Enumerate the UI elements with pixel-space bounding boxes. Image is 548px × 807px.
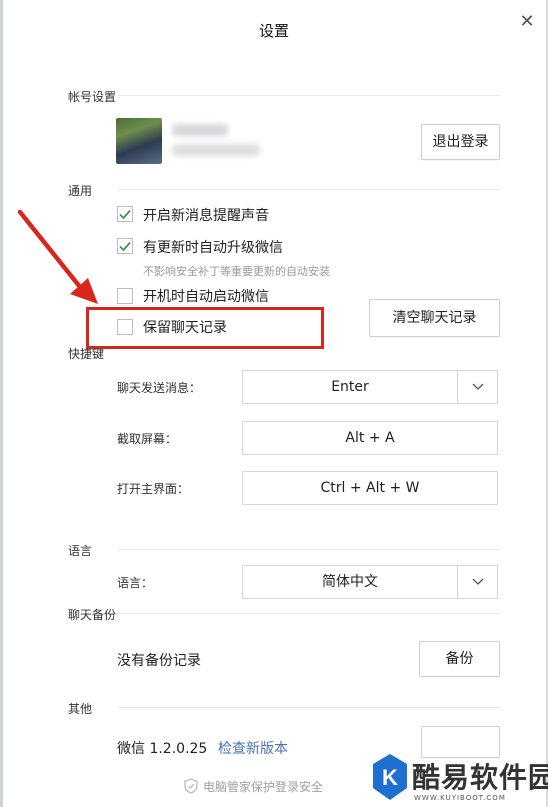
watermark-text: 酷易软件园: [412, 761, 548, 794]
dropdown-divider: [457, 566, 458, 598]
backup-status: 没有备份记录: [117, 653, 201, 669]
section-divider: [118, 95, 500, 96]
annotation-arrow-icon: [17, 209, 98, 304]
annotation-highlight-box: [86, 307, 324, 349]
checkbox-auto-update[interactable]: [117, 238, 133, 254]
shortcut-label: 聊天发送消息：: [117, 381, 202, 395]
shortcut-label: 打开主界面：: [117, 482, 190, 496]
window-title: 设置: [258, 22, 289, 40]
language-value: 简体中文: [322, 574, 378, 590]
section-divider: [118, 707, 500, 708]
chevron-down-icon: [472, 383, 484, 390]
site-watermark: K 酷易软件园 WWW.KUYIBOOT.COM: [368, 748, 548, 807]
shortcut-open-main-field[interactable]: Ctrl + Alt + W: [242, 471, 498, 505]
close-icon[interactable]: ✕: [515, 10, 539, 34]
section-divider: [118, 189, 500, 190]
section-label-other: 其他: [68, 702, 93, 716]
section-label-general: 通用: [68, 184, 93, 198]
blurred-wechat-id: [172, 144, 260, 156]
dropdown-divider: [457, 371, 458, 403]
section-label-language: 语言: [68, 544, 93, 558]
option-label: 有更新时自动升级微信: [143, 240, 283, 256]
avatar: [116, 118, 162, 164]
section-label-account: 帐号设置: [68, 90, 117, 104]
window-left-edge: [0, 0, 3, 807]
watermark-subtext: WWW.KUYIBOOT.COM: [414, 794, 506, 802]
language-label: 语言：: [117, 576, 154, 590]
section-label-backup: 聊天备份: [68, 608, 117, 622]
language-dropdown[interactable]: 简体中文: [242, 565, 498, 599]
checkbox-auto-start[interactable]: [117, 288, 133, 304]
blurred-nickname: [172, 124, 228, 136]
version-text: 微信 1.2.0.25: [117, 741, 208, 757]
backup-button[interactable]: 备份: [419, 641, 500, 677]
footer-security-text: 电脑管家保护登录安全: [203, 780, 324, 794]
check-update-link[interactable]: 检查新版本: [218, 738, 288, 758]
chevron-down-icon: [472, 578, 484, 585]
option-hint: 不影响安全补丁等重要更新的自动安装: [143, 265, 330, 278]
section-divider: [118, 549, 500, 550]
option-label: 开启新消息提醒声音: [143, 208, 269, 224]
option-label: 开机时自动启动微信: [143, 289, 269, 305]
watermark-logo-icon: K: [373, 754, 407, 800]
watermark-logo-letter: K: [382, 765, 398, 790]
shortcut-label: 截取屏幕：: [117, 432, 178, 446]
checkbox-new-message-sound[interactable]: [117, 206, 133, 222]
section-label-shortcuts: 快捷键: [68, 347, 105, 361]
section-divider: [118, 613, 500, 614]
clear-chat-history-button[interactable]: 清空聊天记录: [369, 299, 500, 337]
shortcut-screenshot-field[interactable]: Alt + A: [242, 421, 498, 455]
shortcut-value: Enter: [331, 379, 369, 395]
shortcut-send-dropdown[interactable]: Enter: [242, 370, 498, 404]
shield-icon: [184, 778, 198, 794]
logout-button[interactable]: 退出登录: [421, 124, 500, 160]
